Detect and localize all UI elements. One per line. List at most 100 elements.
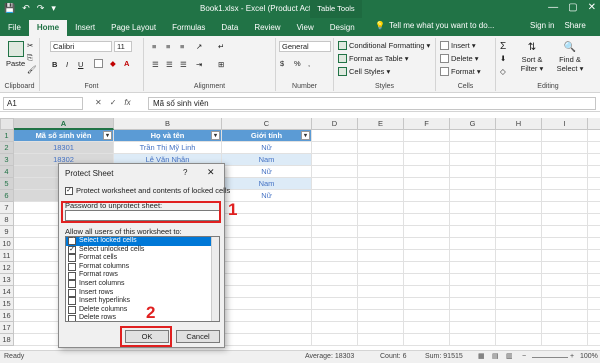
column-header-g[interactable]: G xyxy=(450,118,496,130)
cell[interactable] xyxy=(450,322,496,334)
align-middle-icon[interactable]: ≡ xyxy=(166,42,170,51)
tab-review[interactable]: Review xyxy=(246,20,288,36)
cell[interactable] xyxy=(588,154,600,166)
cell[interactable] xyxy=(588,310,600,322)
cell[interactable] xyxy=(450,310,496,322)
cell[interactable] xyxy=(588,322,600,334)
permission-checkbox[interactable] xyxy=(68,280,76,289)
cell[interactable] xyxy=(222,226,312,238)
cell[interactable] xyxy=(358,190,404,202)
sort-filter-button[interactable]: ⇅ Sort & Filter ▾ xyxy=(514,42,550,73)
insert-function-icon[interactable]: fx xyxy=(124,98,130,107)
cell[interactable] xyxy=(496,202,542,214)
minimize-button[interactable]: — xyxy=(548,2,558,13)
help-button[interactable]: ? xyxy=(183,168,187,177)
row-header[interactable]: 7 xyxy=(0,202,14,214)
cell[interactable] xyxy=(312,274,358,286)
cell[interactable] xyxy=(358,166,404,178)
cell[interactable] xyxy=(312,178,358,190)
cell[interactable] xyxy=(450,214,496,226)
cell[interactable] xyxy=(312,298,358,310)
percent-icon[interactable]: % xyxy=(294,59,301,68)
permission-checkbox[interactable] xyxy=(68,263,76,272)
conditional-formatting-button[interactable]: Conditional Formatting ▾ xyxy=(338,41,430,50)
cell[interactable] xyxy=(542,178,588,190)
sign-in-link[interactable]: Sign in xyxy=(530,21,554,30)
cell[interactable] xyxy=(588,286,600,298)
cell[interactable] xyxy=(312,322,358,334)
row-header[interactable]: 14 xyxy=(0,286,14,298)
cell[interactable] xyxy=(312,190,358,202)
cell[interactable] xyxy=(312,262,358,274)
cell-styles-button[interactable]: Cell Styles ▾ xyxy=(338,67,390,76)
row-header[interactable]: 3 xyxy=(0,154,14,166)
cell[interactable]: Nữ xyxy=(222,142,312,154)
table-header-cell[interactable]: Mã số sinh viên ▾ xyxy=(14,130,114,142)
find-select-button[interactable]: 🔍 Find & Select ▾ xyxy=(552,42,588,73)
cell[interactable] xyxy=(542,238,588,250)
cell[interactable] xyxy=(358,142,404,154)
cell[interactable] xyxy=(542,154,588,166)
permission-checkbox[interactable]: ✓ xyxy=(68,245,76,254)
cell[interactable]: Nữ xyxy=(222,166,312,178)
cell[interactable] xyxy=(222,250,312,262)
row-header[interactable]: 6 xyxy=(0,190,14,202)
tab-design[interactable]: Design xyxy=(322,20,363,36)
font-color-icon[interactable]: A xyxy=(124,59,129,68)
cell[interactable] xyxy=(222,310,312,322)
cancel-button[interactable]: Cancel xyxy=(176,330,220,343)
permission-item[interactable]: Insert rows xyxy=(66,289,219,298)
tab-view[interactable]: View xyxy=(289,20,322,36)
cell[interactable] xyxy=(222,298,312,310)
cell[interactable]: Trần Thị Mỹ Linh xyxy=(114,142,222,154)
tell-me-box[interactable]: 💡 Tell me what you want to do... xyxy=(375,21,494,30)
cell[interactable] xyxy=(450,190,496,202)
cell[interactable] xyxy=(404,262,450,274)
enter-formula-icon[interactable]: ✓ xyxy=(110,98,117,107)
cell[interactable] xyxy=(450,262,496,274)
row-header[interactable]: 8 xyxy=(0,214,14,226)
permission-item[interactable]: Format rows xyxy=(66,271,219,280)
tab-file[interactable]: File xyxy=(0,20,29,36)
cell[interactable] xyxy=(450,226,496,238)
permission-checkbox[interactable] xyxy=(68,314,76,321)
cell[interactable] xyxy=(588,238,600,250)
cell[interactable] xyxy=(222,286,312,298)
cell[interactable] xyxy=(404,274,450,286)
tab-page-layout[interactable]: Page Layout xyxy=(103,20,164,36)
cell[interactable]: Nam xyxy=(222,154,312,166)
cell[interactable] xyxy=(404,154,450,166)
cell[interactable] xyxy=(404,250,450,262)
align-left-icon[interactable]: ☰ xyxy=(152,60,159,69)
undo-icon[interactable]: ↶ xyxy=(22,3,30,14)
fill-icon[interactable]: ⬇ xyxy=(500,54,506,63)
cell[interactable] xyxy=(450,238,496,250)
tab-data[interactable]: Data xyxy=(213,20,246,36)
permission-checkbox[interactable] xyxy=(68,288,76,297)
permission-checkbox[interactable] xyxy=(68,271,76,280)
cell[interactable] xyxy=(542,298,588,310)
cell[interactable] xyxy=(358,130,404,142)
permission-checkbox[interactable] xyxy=(68,254,76,263)
permission-item[interactable]: ✓ Select unlocked cells xyxy=(66,246,219,255)
permission-checkbox[interactable] xyxy=(68,297,76,306)
zoom-in-button[interactable]: + xyxy=(570,351,574,363)
row-header[interactable]: 17 xyxy=(0,322,14,334)
cell[interactable] xyxy=(450,286,496,298)
font-name-select[interactable]: Calibri xyxy=(50,41,112,52)
font-size-select[interactable]: 11 xyxy=(114,41,132,52)
cell[interactable] xyxy=(358,274,404,286)
cell[interactable] xyxy=(450,334,496,346)
cell[interactable] xyxy=(542,202,588,214)
cell[interactable] xyxy=(588,178,600,190)
cell[interactable] xyxy=(358,334,404,346)
cell[interactable] xyxy=(312,142,358,154)
cell[interactable] xyxy=(588,298,600,310)
cell[interactable] xyxy=(358,298,404,310)
cell[interactable] xyxy=(358,202,404,214)
cell[interactable] xyxy=(358,238,404,250)
cell[interactable] xyxy=(496,322,542,334)
cell[interactable] xyxy=(358,286,404,298)
cell[interactable] xyxy=(450,178,496,190)
cell[interactable] xyxy=(588,214,600,226)
